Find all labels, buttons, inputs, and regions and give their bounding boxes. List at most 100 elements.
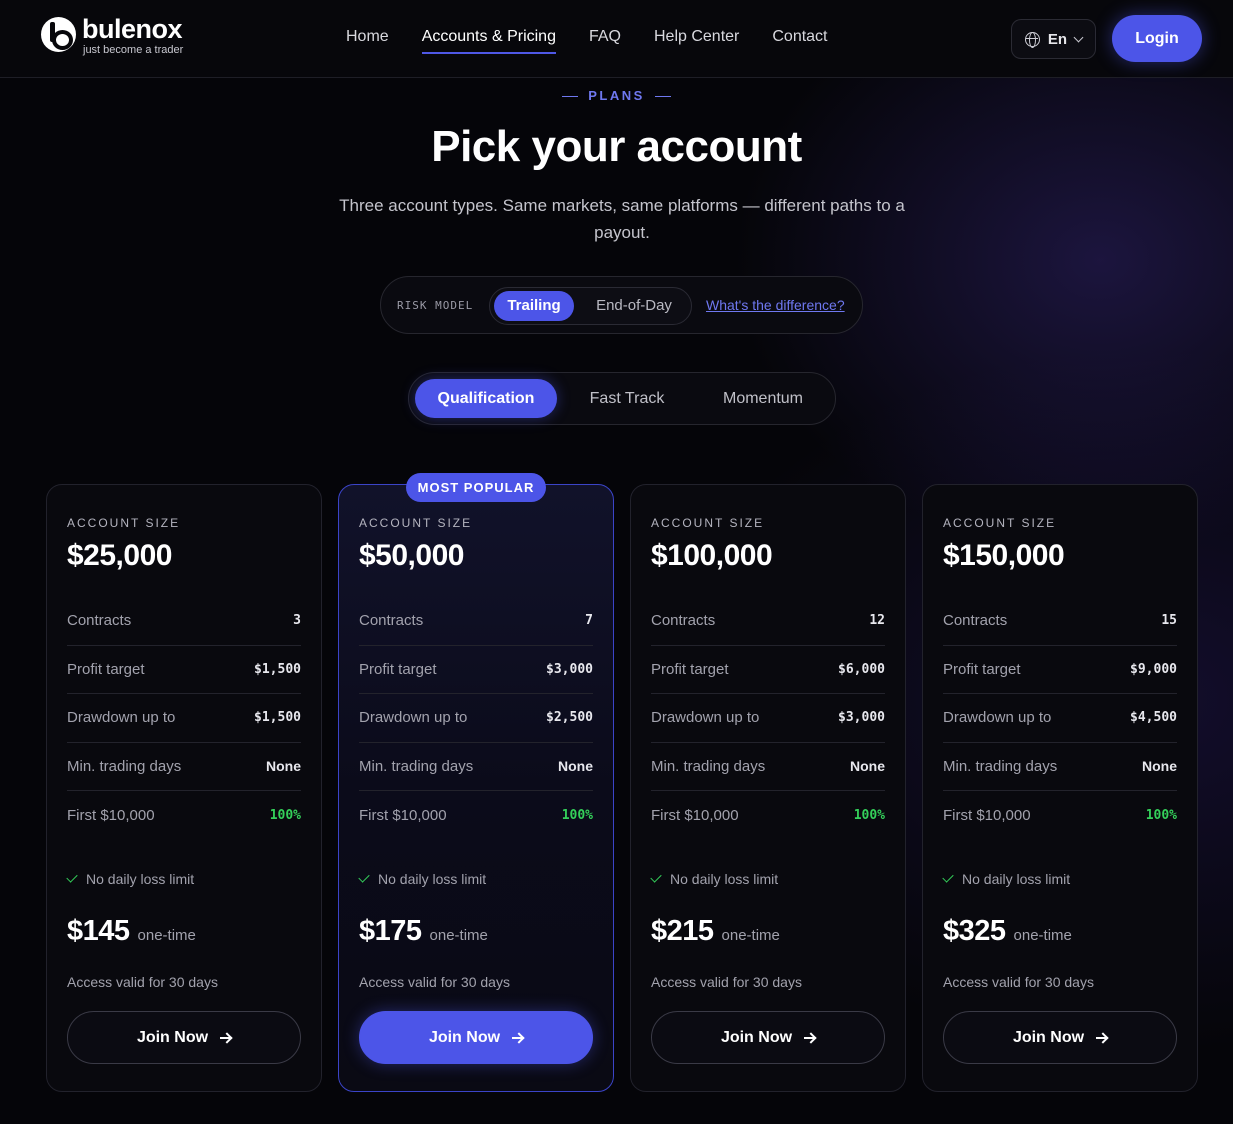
join-now-button[interactable]: Join Now [67, 1011, 301, 1064]
language-label: En [1047, 30, 1068, 48]
plan-card-100k: ACCOUNT SIZE $100,000 Contracts 12 Profit… [630, 484, 906, 1092]
tab-momentum[interactable]: Momentum [699, 379, 827, 418]
detail-row: First $10,000 100% [359, 791, 593, 840]
tab-qualification[interactable]: Qualification [415, 379, 557, 418]
detail-value: 7 [585, 613, 593, 629]
arrow-right-icon [804, 1036, 816, 1039]
price-note: one-time [1013, 927, 1072, 944]
feature-item: No daily loss limit [66, 871, 195, 887]
detail-key: First $10,000 [943, 806, 1031, 824]
account-size-value: $25,000 [67, 539, 172, 572]
plan-details: Contracts 12 Profit target $6,000 Drawdown… [651, 597, 885, 840]
tab-fast-track[interactable]: Fast Track [569, 379, 685, 418]
detail-key: Drawdown up to [67, 709, 176, 727]
detail-key: Contracts [651, 612, 716, 630]
brand-logo[interactable]: bulenox just become a trader [41, 16, 183, 56]
detail-key: Contracts [67, 612, 132, 630]
detail-row: Profit target $1,500 [67, 646, 301, 694]
detail-row: First $10,000 100% [943, 791, 1177, 840]
globe-icon [1024, 31, 1040, 48]
account-size-label: ACCOUNT SIZE [943, 516, 1057, 530]
price-note: one-time [721, 927, 780, 944]
detail-key: Contracts [359, 612, 424, 630]
check-icon [650, 871, 662, 883]
detail-value: 100% [853, 807, 885, 823]
join-now-label: Join Now [136, 1028, 209, 1046]
price: $215 one-time [651, 915, 780, 948]
page-subtitle: Three account types. Same markets, same … [339, 196, 905, 242]
price: $145 one-time [67, 915, 196, 948]
account-type-tabs: Qualification Fast Track Momentum [408, 372, 836, 425]
nav-accounts-pricing[interactable]: Accounts & Pricing [421, 28, 557, 54]
detail-key: Drawdown up to [651, 709, 760, 727]
account-size-label: ACCOUNT SIZE [651, 516, 765, 530]
join-now-label: Join Now [1012, 1028, 1085, 1046]
detail-value: $6,000 [838, 661, 885, 677]
brand-tagline: just become a trader [83, 44, 184, 56]
price: $325 one-time [943, 915, 1072, 948]
detail-row: Profit target $6,000 [651, 646, 885, 694]
join-now-button[interactable]: Join Now [359, 1011, 593, 1064]
detail-row: First $10,000 100% [67, 791, 301, 840]
detail-row: Profit target $9,000 [943, 646, 1177, 694]
feature-text: No daily loss limit [378, 871, 487, 887]
join-now-button[interactable]: Join Now [651, 1011, 885, 1064]
access-note: Access valid for 30 days [359, 974, 510, 990]
detail-value: $2,500 [546, 710, 593, 726]
eyebrow-text: PLANS [588, 88, 645, 103]
feature-item: No daily loss limit [358, 871, 487, 887]
check-icon [358, 871, 370, 883]
section-eyebrow: PLANS [0, 88, 1233, 103]
plan-details: Contracts 15 Profit target $9,000 Drawdown… [943, 597, 1177, 840]
language-selector[interactable]: En [1011, 19, 1096, 59]
eyebrow-dash-left [562, 96, 579, 98]
login-button[interactable]: Login [1112, 15, 1202, 62]
detail-row: Contracts 12 [651, 597, 885, 646]
detail-row: Contracts 15 [943, 597, 1177, 646]
detail-key: Profit target [943, 660, 1021, 678]
account-size-value: $50,000 [359, 539, 464, 572]
price-amount: $325 [943, 915, 1006, 947]
detail-key: First $10,000 [651, 806, 739, 824]
detail-row: Min. trading days None [651, 743, 885, 791]
nav-help-center[interactable]: Help Center [654, 28, 739, 54]
plan-details: Contracts 7 Profit target $3,000 Drawdown … [359, 597, 593, 840]
detail-key: Drawdown up to [943, 709, 1052, 727]
risk-model-toggle: Trailing End-of-Day [489, 287, 692, 325]
nav-contact[interactable]: Contact [772, 28, 827, 54]
plan-card-150k: ACCOUNT SIZE $150,000 Contracts 15 Profit… [922, 484, 1198, 1092]
detail-key: Profit target [359, 660, 437, 678]
feature-text: No daily loss limit [86, 871, 195, 887]
detail-value: $9,000 [1130, 661, 1177, 677]
risk-option-end-of-day[interactable]: End-of-Day [582, 291, 686, 321]
detail-row: Min. trading days None [943, 743, 1177, 791]
detail-key: Min. trading days [359, 757, 474, 775]
arrow-right-icon [512, 1036, 524, 1039]
account-size-label: ACCOUNT SIZE [67, 516, 181, 530]
detail-row: First $10,000 100% [651, 791, 885, 840]
check-icon [66, 871, 78, 883]
detail-row: Contracts 7 [359, 597, 593, 646]
feature-item: No daily loss limit [942, 871, 1070, 887]
account-size-value: $150,000 [943, 539, 1065, 572]
account-size-value: $100,000 [651, 539, 773, 572]
detail-key: Min. trading days [67, 757, 182, 775]
price-amount: $145 [67, 915, 130, 947]
risk-option-trailing[interactable]: Trailing [494, 291, 574, 321]
plan-card-25k: ACCOUNT SIZE $25,000 Contracts 3 Profit t… [46, 484, 322, 1092]
detail-value: None [1142, 758, 1177, 775]
most-popular-badge: MOST POPULAR [406, 473, 546, 502]
detail-value: 100% [1145, 807, 1177, 823]
feature-item: No daily loss limit [650, 871, 778, 887]
nav-home[interactable]: Home [346, 28, 389, 54]
detail-value: $1,500 [254, 710, 301, 726]
price-note: one-time [137, 927, 196, 944]
price-amount: $175 [359, 915, 422, 947]
access-note: Access valid for 30 days [67, 974, 218, 990]
detail-value: 3 [293, 613, 301, 629]
join-now-button[interactable]: Join Now [943, 1011, 1177, 1064]
detail-key: Min. trading days [651, 757, 766, 775]
whats-the-difference-link[interactable]: What's the difference? [706, 297, 845, 313]
nav-faq[interactable]: FAQ [589, 28, 621, 54]
price: $175 one-time [359, 915, 488, 948]
